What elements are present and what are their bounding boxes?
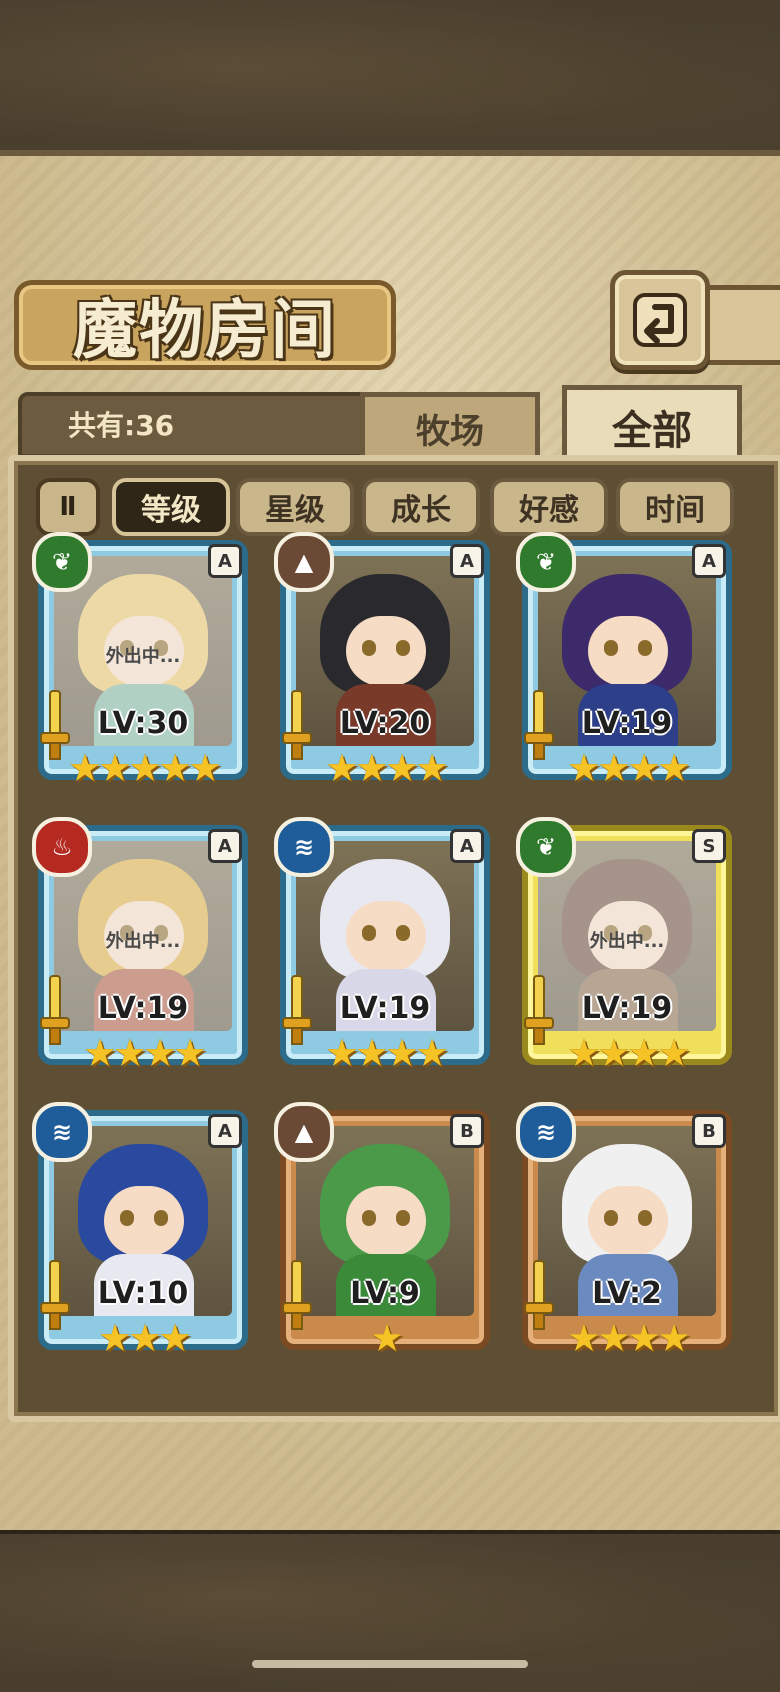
rank-badge: S [692, 829, 726, 863]
home-indicator [252, 1660, 528, 1668]
away-status: 外出中... [589, 931, 665, 952]
monster-card[interactable]: ▲ A LV:20 ★★★★ [274, 532, 490, 800]
rank-badge: B [692, 1114, 726, 1148]
sort-button-affection[interactable]: 好感 [490, 478, 608, 536]
monster-card[interactable]: ≋ A LV:19 ★★★★ [274, 817, 490, 1085]
away-status: 外出中... [105, 931, 181, 952]
mountain-icon: ▲ [274, 532, 334, 592]
away-status: 外出中... [105, 646, 181, 667]
star-rating: ★★★★ [324, 746, 449, 790]
wave-icon: ≋ [516, 1102, 576, 1162]
return-arrow-icon [633, 293, 687, 347]
sort-order-icon: Ⅱ [59, 492, 77, 522]
back-button[interactable] [610, 270, 710, 370]
monster-level: LV:30 [97, 706, 189, 741]
star-rating: ★★★★ [566, 1031, 691, 1075]
rank-badge: A [208, 1114, 242, 1148]
monster-level: LV:2 [592, 1276, 662, 1311]
monster-count: 共有:36 [68, 409, 175, 442]
sort-button-level[interactable]: 等级 [112, 478, 230, 536]
monster-level: LV:10 [97, 1276, 189, 1311]
monster-card[interactable]: 外出中... ❦ A LV:30 ★★★★★ [32, 532, 248, 800]
tab-farm[interactable]: 牧场 [360, 392, 540, 464]
star-rating: ★ [369, 1316, 404, 1360]
rank-badge: A [450, 829, 484, 863]
monster-card[interactable]: 外出中... ♨ A LV:19 ★★★★ [32, 817, 248, 1085]
monster-level: LV:19 [581, 991, 673, 1026]
rank-badge: A [450, 544, 484, 578]
monster-level: LV:19 [97, 991, 189, 1026]
monster-level: LV:20 [339, 706, 431, 741]
star-rating: ★★★ [97, 1316, 192, 1360]
star-rating: ★★★★ [566, 1316, 691, 1360]
page-title: 魔物房间 [73, 293, 337, 368]
star-rating: ★★★★ [324, 1031, 449, 1075]
monster-card[interactable]: ▲ B LV:9 ★ [274, 1102, 490, 1370]
monster-card[interactable]: ≋ B LV:2 ★★★★ [516, 1102, 732, 1370]
leaf-icon: ❦ [516, 532, 576, 592]
monster-card[interactable]: 外出中... ❦ S LV:19 ★★★★ [516, 817, 732, 1085]
star-rating: ★★★★★ [67, 746, 222, 790]
rank-badge: A [208, 829, 242, 863]
monster-level: LV:9 [350, 1276, 420, 1311]
star-rating: ★★★★ [82, 1031, 207, 1075]
rank-badge: B [450, 1114, 484, 1148]
monster-level: LV:19 [581, 706, 673, 741]
leaf-icon: ❦ [516, 817, 576, 877]
monster-card[interactable]: ❦ A LV:19 ★★★★ [516, 532, 732, 800]
sort-button-star[interactable]: 星级 [236, 478, 354, 536]
monster-card[interactable]: ≋ A LV:10 ★★★ [32, 1102, 248, 1370]
monster-level: LV:19 [339, 991, 431, 1026]
wave-icon: ≋ [32, 1102, 92, 1162]
leaf-icon: ❦ [32, 532, 92, 592]
rank-badge: A [692, 544, 726, 578]
sort-button-time[interactable]: 时间 [616, 478, 734, 536]
wave-icon: ≋ [274, 817, 334, 877]
sort-order-toggle[interactable]: Ⅱ [36, 478, 100, 536]
flame-icon: ♨ [32, 817, 92, 877]
map-background-top [0, 0, 780, 164]
mountain-icon: ▲ [274, 1102, 334, 1162]
star-rating: ★★★★ [566, 746, 691, 790]
back-button-tab [700, 285, 780, 365]
sort-button-growth[interactable]: 成长 [362, 478, 480, 536]
title-plate: 魔物房间 [14, 280, 396, 370]
rank-badge: A [208, 544, 242, 578]
